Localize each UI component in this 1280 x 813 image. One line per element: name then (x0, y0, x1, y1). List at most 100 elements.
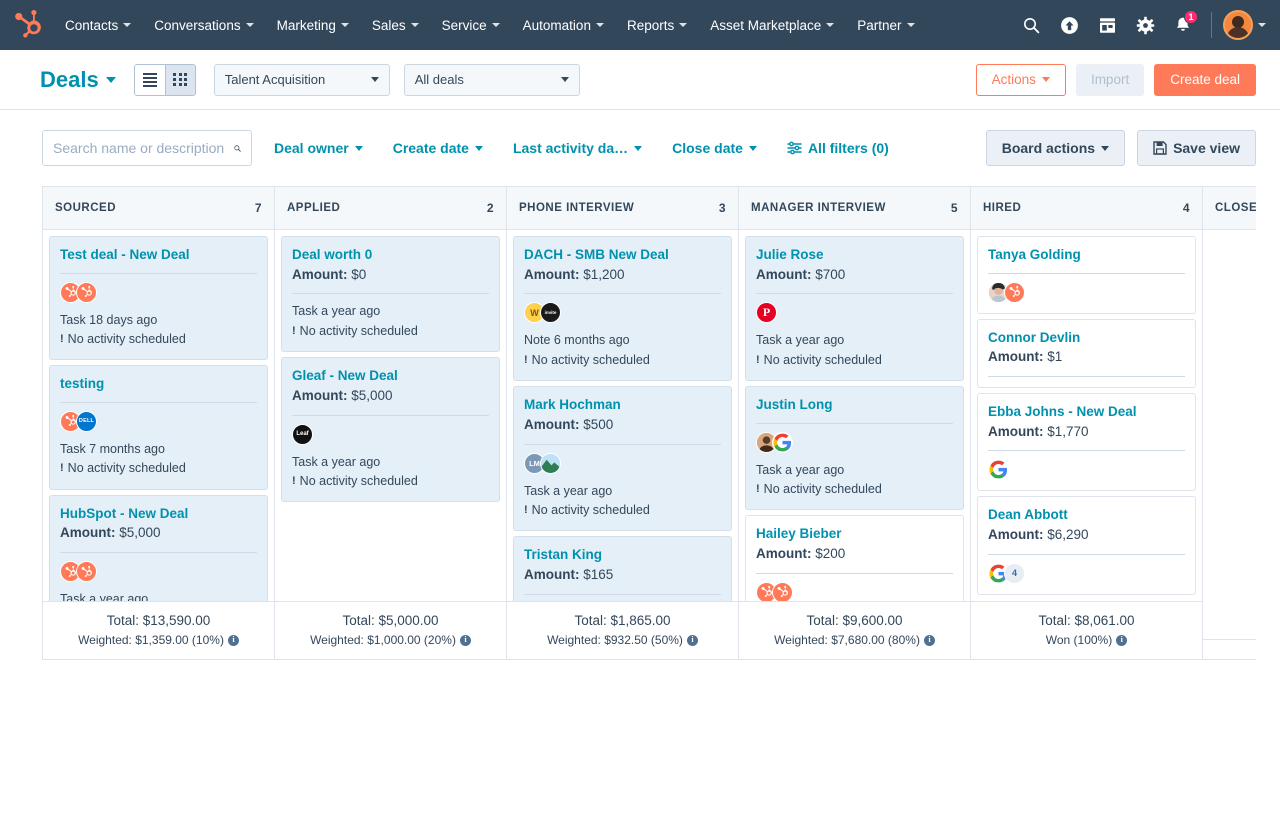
search-icon[interactable] (1014, 8, 1048, 42)
deal-card[interactable]: Hailey Bieber Amount: $200 (745, 515, 964, 600)
nav-item-service[interactable]: Service (431, 12, 511, 39)
deal-card[interactable]: Julie Rose Amount: $700 P Task a year ag… (745, 236, 964, 381)
card-activity: Task a year ago ! No activity scheduled (756, 461, 953, 500)
nav-item-sales[interactable]: Sales (361, 12, 430, 39)
all-filters-button[interactable]: All filters (0) (787, 140, 889, 156)
deal-amount: Amount: $5,000 (60, 524, 257, 543)
column-header[interactable]: HIRED 4 (971, 187, 1202, 230)
mountain-logo-chip[interactable] (540, 453, 561, 474)
filter-close-date[interactable]: Close date (672, 140, 757, 156)
deal-title[interactable]: HubSpot - New Deal (60, 505, 257, 523)
upgrade-arrow-icon[interactable] (1052, 8, 1086, 42)
save-view-button[interactable]: Save view (1137, 130, 1256, 166)
deal-card[interactable]: Dean Abbott Amount: $6,290 4 (977, 496, 1196, 594)
marketplace-icon[interactable] (1090, 8, 1124, 42)
last-activity: Task 18 days ago (60, 311, 257, 330)
nav-item-reports[interactable]: Reports (616, 12, 698, 39)
info-icon[interactable]: i (1116, 635, 1127, 646)
deal-card[interactable]: Justin Long Task a year ago ! (745, 386, 964, 510)
hubspot-logo-chip[interactable] (772, 582, 793, 601)
card-divider (988, 376, 1185, 377)
deal-title[interactable]: Hailey Bieber (756, 525, 953, 543)
amount-label: Amount: (988, 349, 1043, 364)
chevron-down-icon (1258, 23, 1266, 27)
board-column-applied: APPLIED 2 Deal worth 0 Amount: $0 Task a… (275, 187, 507, 659)
column-header[interactable]: APPLIED 2 (275, 187, 506, 230)
board-actions-button[interactable]: Board actions (986, 130, 1125, 166)
deal-title[interactable]: Gleaf - New Deal (292, 367, 489, 385)
deal-card[interactable]: Test deal - New Deal Task 18 days ago (49, 236, 268, 360)
column-header[interactable]: CLOSED (1203, 187, 1256, 230)
deal-card[interactable]: Ebba Johns - New Deal Amount: $1,770 (977, 393, 1196, 491)
create-deal-button[interactable]: Create deal (1154, 64, 1256, 96)
nav-item-conversations[interactable]: Conversations (143, 12, 264, 39)
column-header[interactable]: MANAGER INTERVIEW 5 (739, 187, 970, 230)
nav-item-asset-marketplace[interactable]: Asset Marketplace (699, 12, 845, 39)
deal-title[interactable]: testing (60, 375, 257, 393)
deal-card[interactable]: testing DELL Task 7 months ago ! No acti… (49, 365, 268, 489)
hubspot-logo-chip[interactable] (76, 282, 97, 303)
dell-logo-chip[interactable]: DELL (76, 411, 97, 432)
info-icon[interactable]: i (687, 635, 698, 646)
company-logo-chip[interactable]: 4 (1004, 563, 1025, 584)
nav-item-marketing[interactable]: Marketing (266, 12, 360, 39)
deal-card[interactable]: Deal worth 0 Amount: $0 Task a year ago … (281, 236, 500, 352)
deal-title[interactable]: Mark Hochman (524, 396, 721, 414)
info-icon[interactable]: i (924, 635, 935, 646)
deal-title[interactable]: Julie Rose (756, 246, 953, 264)
search-box[interactable] (42, 130, 252, 166)
list-view-icon[interactable] (135, 65, 165, 95)
deal-title[interactable]: Tanya Golding (988, 246, 1185, 264)
filter-create-date[interactable]: Create date (393, 140, 483, 156)
hubspot-logo-chip[interactable] (76, 561, 97, 582)
deal-title[interactable]: Test deal - New Deal (60, 246, 257, 264)
search-input[interactable] (53, 140, 234, 156)
nav-item-contacts[interactable]: Contacts (54, 12, 142, 39)
actions-button[interactable]: Actions (976, 64, 1066, 96)
deal-card[interactable]: Gleaf - New Deal Amount: $5,000 Leaf Tas… (281, 357, 500, 502)
deal-card[interactable]: DACH - SMB New Deal Amount: $1,200 W inv… (513, 236, 732, 381)
invite-logo-chip[interactable]: invite (540, 302, 561, 323)
deal-title[interactable]: Deal worth 0 (292, 246, 489, 264)
search-icon[interactable] (234, 141, 241, 156)
deal-card[interactable]: HubSpot - New Deal Amount: $5,000 (49, 495, 268, 601)
nav-item-partner[interactable]: Partner (846, 12, 925, 39)
settings-gear-icon[interactable] (1128, 8, 1162, 42)
filter-last-activity-date[interactable]: Last activity da… (513, 140, 642, 156)
notifications-bell-icon[interactable]: 1 (1166, 8, 1200, 42)
column-header[interactable]: PHONE INTERVIEW 3 (507, 187, 738, 230)
deal-title[interactable]: DACH - SMB New Deal (524, 246, 721, 264)
deal-title[interactable]: Tristan King (524, 546, 721, 564)
deal-title[interactable]: Connor Devlin (988, 329, 1185, 347)
column-weighted: Weighted: $1,359.00 (10%) i (49, 631, 268, 649)
hubspot-logo-icon[interactable] (12, 8, 46, 42)
gleaf-logo-chip[interactable]: Leaf (292, 424, 313, 445)
nav-item-automation[interactable]: Automation (512, 12, 615, 39)
board-view-icon[interactable] (165, 65, 195, 95)
column-header[interactable]: SOURCED 7 (43, 187, 274, 230)
deal-card[interactable]: Mark Hochman Amount: $500 LM Task a year… (513, 386, 732, 531)
google-logo-chip[interactable] (988, 459, 1009, 480)
import-button[interactable]: Import (1076, 64, 1144, 96)
user-account-menu[interactable] (1223, 10, 1266, 40)
deal-title[interactable]: Ebba Johns - New Deal (988, 403, 1185, 421)
google-logo-chip[interactable] (772, 432, 793, 453)
column-cards: Test deal - New Deal Task 18 days ago (43, 230, 274, 601)
info-icon[interactable]: i (460, 635, 471, 646)
column-weighted: Won (100%) i (977, 631, 1196, 649)
deal-title[interactable]: Justin Long (756, 396, 953, 414)
hubspot-logo-chip[interactable] (1004, 282, 1025, 303)
avatar[interactable] (1223, 10, 1253, 40)
page-title[interactable]: Deals (40, 67, 116, 93)
notification-badge: 1 (1184, 10, 1198, 24)
deal-card[interactable]: Connor Devlin Amount: $1 (977, 319, 1196, 388)
info-icon[interactable]: i (228, 635, 239, 646)
deal-title[interactable]: Dean Abbott (988, 506, 1185, 524)
filter-deal-owner[interactable]: Deal owner (274, 140, 363, 156)
deal-card[interactable]: Tristan King Amount: $165 No activity fo… (513, 536, 732, 600)
deals-filter-select[interactable]: All deals (404, 64, 580, 96)
pipeline-select[interactable]: Talent Acquisition (214, 64, 390, 96)
deal-card[interactable]: Tanya Golding (977, 236, 1196, 314)
amount-label: Amount: (292, 388, 347, 403)
pinterest-logo-chip[interactable]: P (756, 302, 777, 323)
